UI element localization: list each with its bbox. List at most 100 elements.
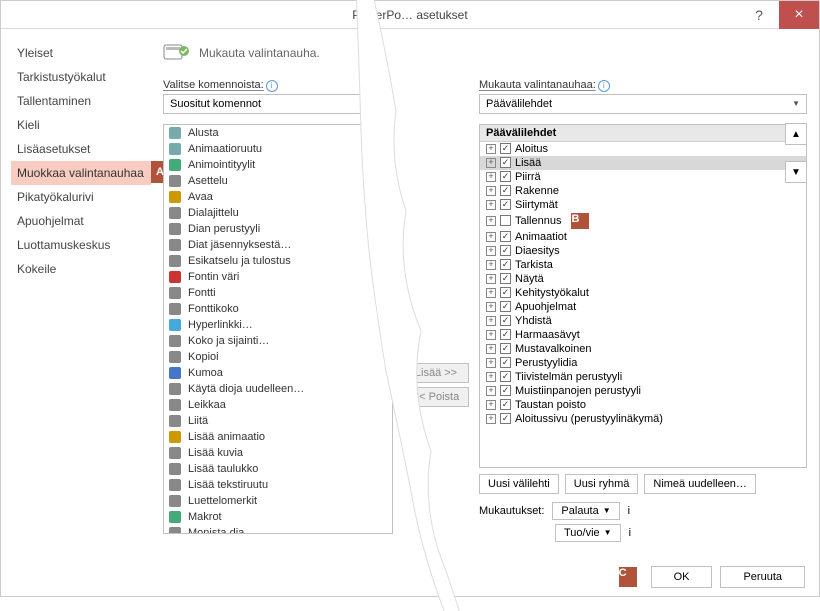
command-item[interactable]: Fonttikoko [164,301,392,317]
checkbox[interactable] [500,287,511,298]
expand-icon[interactable]: + [486,400,496,410]
command-item[interactable]: Lisää animaatio [164,429,392,445]
expand-icon[interactable]: + [486,232,496,242]
expand-icon[interactable]: + [486,330,496,340]
checkbox[interactable] [500,143,511,154]
sidebar-item[interactable]: Tarkistustyökalut [11,65,151,89]
close-button[interactable]: × [779,1,819,29]
ok-button[interactable]: OK [651,566,713,588]
expand-icon[interactable]: + [486,386,496,396]
sidebar-item[interactable]: Apuohjelmat [11,209,151,233]
checkbox[interactable] [500,413,511,424]
command-item[interactable]: Fontin väri [164,269,392,285]
tree-item[interactable]: +Mustavalkoinen [480,342,806,356]
sidebar-item[interactable]: Pikatyökalurivi [11,185,151,209]
rename-button[interactable]: Nimeä uudelleen… [644,474,756,494]
command-item[interactable]: Kumoa [164,365,392,381]
tree-item[interactable]: +Harmaasävyt [480,328,806,342]
command-item[interactable]: Dialajittelu [164,205,392,221]
checkbox[interactable] [500,371,511,382]
command-item[interactable]: Lisää taulukko [164,461,392,477]
expand-icon[interactable]: + [486,200,496,210]
checkbox[interactable] [500,315,511,326]
command-item[interactable]: Avaa [164,189,392,205]
expand-icon[interactable]: + [486,344,496,354]
tree-item[interactable]: +Tarkista [480,258,806,272]
info-icon[interactable]: i [629,527,631,539]
checkbox[interactable] [500,329,511,340]
remove-button[interactable]: << Poista [403,387,469,407]
tree-item[interactable]: +Perustyylidia [480,356,806,370]
info-icon[interactable]: i [628,505,630,517]
expand-icon[interactable]: + [486,302,496,312]
checkbox[interactable] [500,385,511,396]
commands-listbox[interactable]: AlustaAnimaatioruutuAnimointityylitAsett… [163,124,393,534]
expand-icon[interactable]: + [486,186,496,196]
command-item[interactable]: Lisää kuvia [164,445,392,461]
sidebar-item[interactable]: Luottamuskeskus [11,233,151,257]
sidebar-item[interactable]: Kokeile [11,257,151,281]
new-tab-button[interactable]: Uusi välilehti [479,474,559,494]
info-icon[interactable]: i [598,80,610,92]
tree-item[interactable]: +Aloitussivu (perustyylinäkymä) [480,412,806,426]
checkbox[interactable] [500,399,511,410]
tree-item[interactable]: +Taustan poisto [480,398,806,412]
expand-icon[interactable]: + [486,246,496,256]
command-item[interactable]: Asettelu [164,173,392,189]
move-down-button[interactable]: ▼ [785,161,807,183]
tree-item[interactable]: +Muistiinpanojen perustyyli [480,384,806,398]
checkbox[interactable] [500,157,511,168]
expand-icon[interactable]: + [486,316,496,326]
command-item[interactable]: Animointityylit [164,157,392,173]
tree-item[interactable]: +Animaatiot [480,230,806,244]
command-item[interactable]: Luettelomerkit [164,493,392,509]
expand-icon[interactable]: + [486,216,496,226]
tree-item[interactable]: +Apuohjelmat [480,300,806,314]
tree-item[interactable]: +Lisää [480,156,806,170]
command-item[interactable]: Liitä [164,413,392,429]
checkbox[interactable] [500,215,511,226]
import-export-button[interactable]: Tuo/vie▼ [555,524,621,542]
move-up-button[interactable]: ▲ [785,123,807,145]
expand-icon[interactable]: + [486,144,496,154]
command-item[interactable]: Alusta [164,125,392,141]
expand-icon[interactable]: + [486,414,496,424]
checkbox[interactable] [500,185,511,196]
sidebar-item[interactable]: Kieli [11,113,151,137]
expand-icon[interactable]: + [486,358,496,368]
tree-item[interactable]: +Kehitystyökalut [480,286,806,300]
tree-item[interactable]: +Yhdistä [480,314,806,328]
tree-item[interactable]: +TallennusB [480,212,806,230]
tree-item[interactable]: +Rakenne [480,184,806,198]
command-item[interactable]: Hyperlinkki… [164,317,392,333]
expand-icon[interactable]: + [486,288,496,298]
reset-button[interactable]: Palauta▼ [552,502,619,520]
command-item[interactable]: Leikkaa [164,397,392,413]
expand-icon[interactable]: + [486,158,496,168]
sidebar-item[interactable]: Lisäasetukset [11,137,151,161]
checkbox[interactable] [500,343,511,354]
customize-ribbon-select[interactable]: Päävälilehdet▼ [479,94,807,114]
command-item[interactable]: Monista dia [164,525,392,534]
expand-icon[interactable]: + [486,372,496,382]
expand-icon[interactable]: + [486,260,496,270]
command-item[interactable]: Makrot [164,509,392,525]
command-item[interactable]: Esikatselu ja tulostus [164,253,392,269]
command-item[interactable]: Animaatioruutu [164,141,392,157]
tree-item[interactable]: +Piirrä [480,170,806,184]
choose-commands-select[interactable]: Suositut komennot▼ [163,94,393,114]
command-item[interactable]: Käytä dioja uudelleen… [164,381,392,397]
command-item[interactable]: Koko ja sijainti… [164,333,392,349]
cancel-button[interactable]: Peruuta [720,566,805,588]
sidebar-item[interactable]: Yleiset [11,41,151,65]
command-item[interactable]: Lisää tekstiruutu [164,477,392,493]
ribbon-tabs-tree[interactable]: Päävälilehdet+Aloitus+Lisää+Piirrä+Raken… [479,124,807,468]
command-item[interactable]: Dian perustyyli [164,221,392,237]
checkbox[interactable] [500,357,511,368]
command-item[interactable]: Diat jäsennyksestä… [164,237,392,253]
tree-item[interactable]: +Näytä [480,272,806,286]
tree-item[interactable]: +Diaesitys [480,244,806,258]
checkbox[interactable] [500,273,511,284]
command-item[interactable]: Kopioi [164,349,392,365]
checkbox[interactable] [500,245,511,256]
